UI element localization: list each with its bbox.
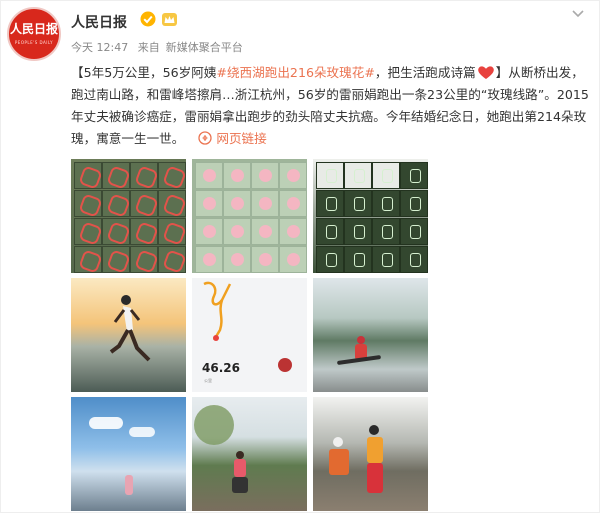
post-text: 【5年5万公里，56岁阿姨#绕西湖跑出216朵玫瑰花#，把生活跑成诗篇 】从断桥出… (71, 62, 596, 150)
vip-crown-icon (162, 13, 177, 26)
web-link[interactable]: 网页链接 (216, 131, 266, 146)
avatar-small (278, 358, 292, 372)
photo-runner-trees[interactable] (192, 397, 307, 511)
photo-stretching-lake[interactable] (313, 278, 428, 392)
avatar[interactable]: 人民日报 PEOPLE'S DAILY (7, 7, 61, 61)
post-text-part2: ，把生活跑成诗篇 (374, 65, 476, 80)
post-meta: 今天 12:47 来自 新媒体聚合平台 (71, 39, 249, 55)
route-rose-icon (203, 281, 232, 341)
web-link-icon[interactable] (198, 131, 212, 145)
photo-app-stats[interactable]: 46.26 公里 (192, 278, 307, 392)
avatar-logo-subtext: PEOPLE'S DAILY (14, 40, 54, 45)
post-source-prefix: 来自 (137, 41, 160, 54)
post-time[interactable]: 今天 12:47 (71, 41, 128, 54)
heart-emoji-icon (477, 66, 494, 79)
weibo-post-card: 人民日报 PEOPLE'S DAILY 人民日报 今天 12:47 来自 新媒体聚… (0, 0, 600, 513)
verified-badge-icon (140, 11, 156, 27)
photo-couple[interactable] (313, 397, 428, 511)
distance-unit: 公里 (204, 378, 212, 383)
photo-app-screens[interactable] (313, 159, 428, 273)
runner-silhouette-icon (109, 295, 151, 362)
avatar-logo-text: 人民日报 (9, 22, 58, 36)
photo-sky-runner[interactable] (71, 397, 186, 511)
photo-rose-maps[interactable] (192, 159, 307, 273)
chevron-down-icon[interactable] (571, 9, 585, 19)
author-name[interactable]: 人民日报 (71, 12, 127, 32)
photo-runner-sunset[interactable] (71, 278, 186, 392)
photo-route-maps[interactable] (71, 159, 186, 273)
post-source[interactable]: 新媒体聚合平台 (166, 41, 243, 54)
distance-value: 46.26 (202, 361, 240, 375)
post-text-part1: 【5年5万公里，56岁阿姨 (71, 65, 217, 80)
hashtag-link[interactable]: #绕西湖跑出216朵玫瑰花# (216, 65, 375, 80)
